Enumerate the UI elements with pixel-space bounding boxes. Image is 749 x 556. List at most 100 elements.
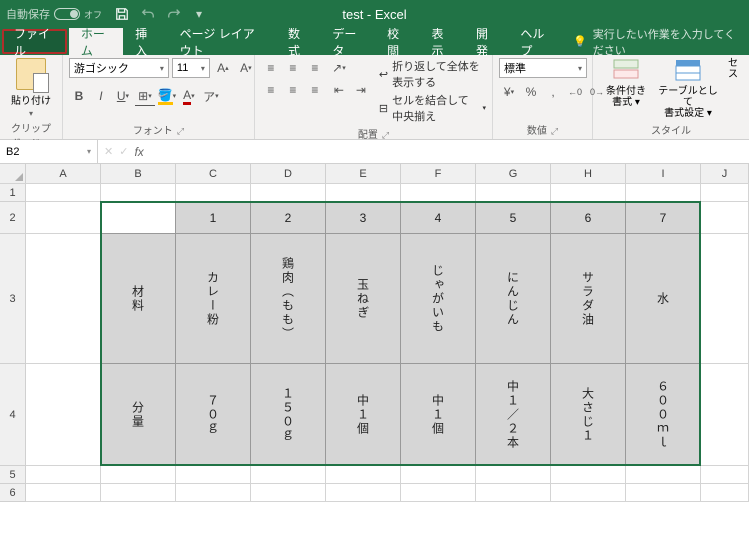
tab-insert[interactable]: 挿入: [123, 28, 167, 55]
decrease-font-icon[interactable]: A▾: [236, 58, 256, 78]
cell[interactable]: [176, 484, 251, 502]
cell[interactable]: [26, 484, 101, 502]
cell[interactable]: 7: [626, 202, 701, 234]
cell[interactable]: [476, 184, 551, 202]
cell[interactable]: 玉ねぎ: [326, 234, 401, 364]
row-header[interactable]: 6: [0, 484, 26, 502]
font-name-combo[interactable]: 游ゴシック▾: [69, 58, 169, 78]
align-left-icon[interactable]: ≡: [261, 80, 281, 100]
tab-review[interactable]: 校閲: [375, 28, 419, 55]
cell[interactable]: 5: [476, 202, 551, 234]
column-header[interactable]: A: [26, 164, 101, 183]
cell[interactable]: 鶏肉（もも）: [251, 234, 326, 364]
select-all-button[interactable]: [0, 164, 26, 183]
cell[interactable]: 中１／２本: [476, 364, 551, 466]
cell[interactable]: 中１個: [401, 364, 476, 466]
cell[interactable]: 材料: [101, 234, 176, 364]
row-header[interactable]: 3: [0, 234, 26, 364]
font-color-button[interactable]: A▾: [179, 86, 199, 106]
tab-page-layout[interactable]: ページ レイアウト: [168, 28, 276, 55]
cell[interactable]: [101, 202, 176, 234]
cell[interactable]: サラダ油: [551, 234, 626, 364]
align-bottom-icon[interactable]: ≡: [305, 58, 325, 78]
italic-button[interactable]: I: [91, 86, 111, 106]
column-header[interactable]: G: [476, 164, 551, 183]
cell[interactable]: [551, 466, 626, 484]
conditional-formatting-button[interactable]: 条件付き 書式 ▾: [599, 58, 653, 108]
cell[interactable]: [26, 202, 101, 234]
cell[interactable]: [326, 184, 401, 202]
row-header[interactable]: 1: [0, 184, 26, 202]
row-header[interactable]: 5: [0, 466, 26, 484]
cell[interactable]: 6: [551, 202, 626, 234]
percent-format-icon[interactable]: %: [521, 82, 541, 102]
paste-button[interactable]: 貼り付け ▾: [9, 58, 53, 118]
column-header[interactable]: B: [101, 164, 176, 183]
increase-decimal-icon[interactable]: ←0: [565, 82, 585, 102]
dialog-launcher-icon[interactable]: ⤢: [382, 130, 389, 140]
comma-format-icon[interactable]: ,: [543, 82, 563, 102]
format-as-table-button[interactable]: テーブルとして 書式設定 ▾: [657, 58, 719, 119]
orientation-icon[interactable]: ↗▾: [329, 58, 349, 78]
cell[interactable]: [626, 466, 701, 484]
column-header[interactable]: I: [626, 164, 701, 183]
cell[interactable]: [701, 466, 749, 484]
increase-font-icon[interactable]: A▴: [213, 58, 233, 78]
align-top-icon[interactable]: ≡: [261, 58, 281, 78]
cell[interactable]: 3: [326, 202, 401, 234]
cell[interactable]: [551, 484, 626, 502]
cell[interactable]: [176, 184, 251, 202]
cell[interactable]: ７０ｇ: [176, 364, 251, 466]
dialog-launcher-icon[interactable]: ⤢: [551, 126, 558, 136]
cell[interactable]: [626, 184, 701, 202]
tell-me-search[interactable]: 💡 実行したい作業を入力してください: [563, 28, 749, 55]
font-size-combo[interactable]: 11▾: [172, 58, 210, 78]
cell[interactable]: カレー粉: [176, 234, 251, 364]
cell[interactable]: [326, 466, 401, 484]
column-header[interactable]: D: [251, 164, 326, 183]
row-header[interactable]: 4: [0, 364, 26, 466]
accounting-format-icon[interactable]: ¥▾: [499, 82, 519, 102]
cell[interactable]: [701, 184, 749, 202]
cell[interactable]: [476, 484, 551, 502]
column-header[interactable]: H: [551, 164, 626, 183]
phonetic-button[interactable]: ア▾: [201, 86, 221, 106]
column-header[interactable]: E: [326, 164, 401, 183]
cell[interactable]: [176, 466, 251, 484]
cell[interactable]: ６００ｍｌ: [626, 364, 701, 466]
cell[interactable]: [701, 202, 749, 234]
number-format-combo[interactable]: 標準▾: [499, 58, 587, 78]
cell[interactable]: [401, 184, 476, 202]
cell[interactable]: [251, 184, 326, 202]
align-right-icon[interactable]: ≡: [305, 80, 325, 100]
cell[interactable]: [401, 484, 476, 502]
cell[interactable]: [551, 184, 626, 202]
underline-button[interactable]: U▾: [113, 86, 133, 106]
column-header[interactable]: C: [176, 164, 251, 183]
tab-developer[interactable]: 開発: [464, 28, 508, 55]
cell[interactable]: にんじん: [476, 234, 551, 364]
fx-icon[interactable]: fx: [134, 145, 143, 159]
cell[interactable]: [26, 184, 101, 202]
align-middle-icon[interactable]: ≡: [283, 58, 303, 78]
align-center-icon[interactable]: ≡: [283, 80, 303, 100]
cell[interactable]: 水: [626, 234, 701, 364]
cell[interactable]: [401, 466, 476, 484]
dialog-launcher-icon[interactable]: ⤢: [177, 126, 184, 136]
cell[interactable]: [26, 466, 101, 484]
name-box[interactable]: B2▾: [0, 140, 98, 163]
cell[interactable]: じゃがいも: [401, 234, 476, 364]
redo-icon[interactable]: [166, 6, 182, 22]
cell[interactable]: [26, 364, 101, 466]
cell[interactable]: [701, 484, 749, 502]
wrap-text-button[interactable]: ↩折り返して全体を表示する: [379, 58, 486, 90]
cell[interactable]: [476, 466, 551, 484]
cell[interactable]: [26, 234, 101, 364]
cell[interactable]: [101, 484, 176, 502]
cancel-icon[interactable]: ✕: [104, 145, 113, 158]
cell[interactable]: [251, 484, 326, 502]
cell[interactable]: [251, 466, 326, 484]
cell[interactable]: 1: [176, 202, 251, 234]
tab-file[interactable]: ファイル: [2, 29, 67, 54]
autosave-toggle[interactable]: 自動保存 オフ: [6, 6, 102, 22]
